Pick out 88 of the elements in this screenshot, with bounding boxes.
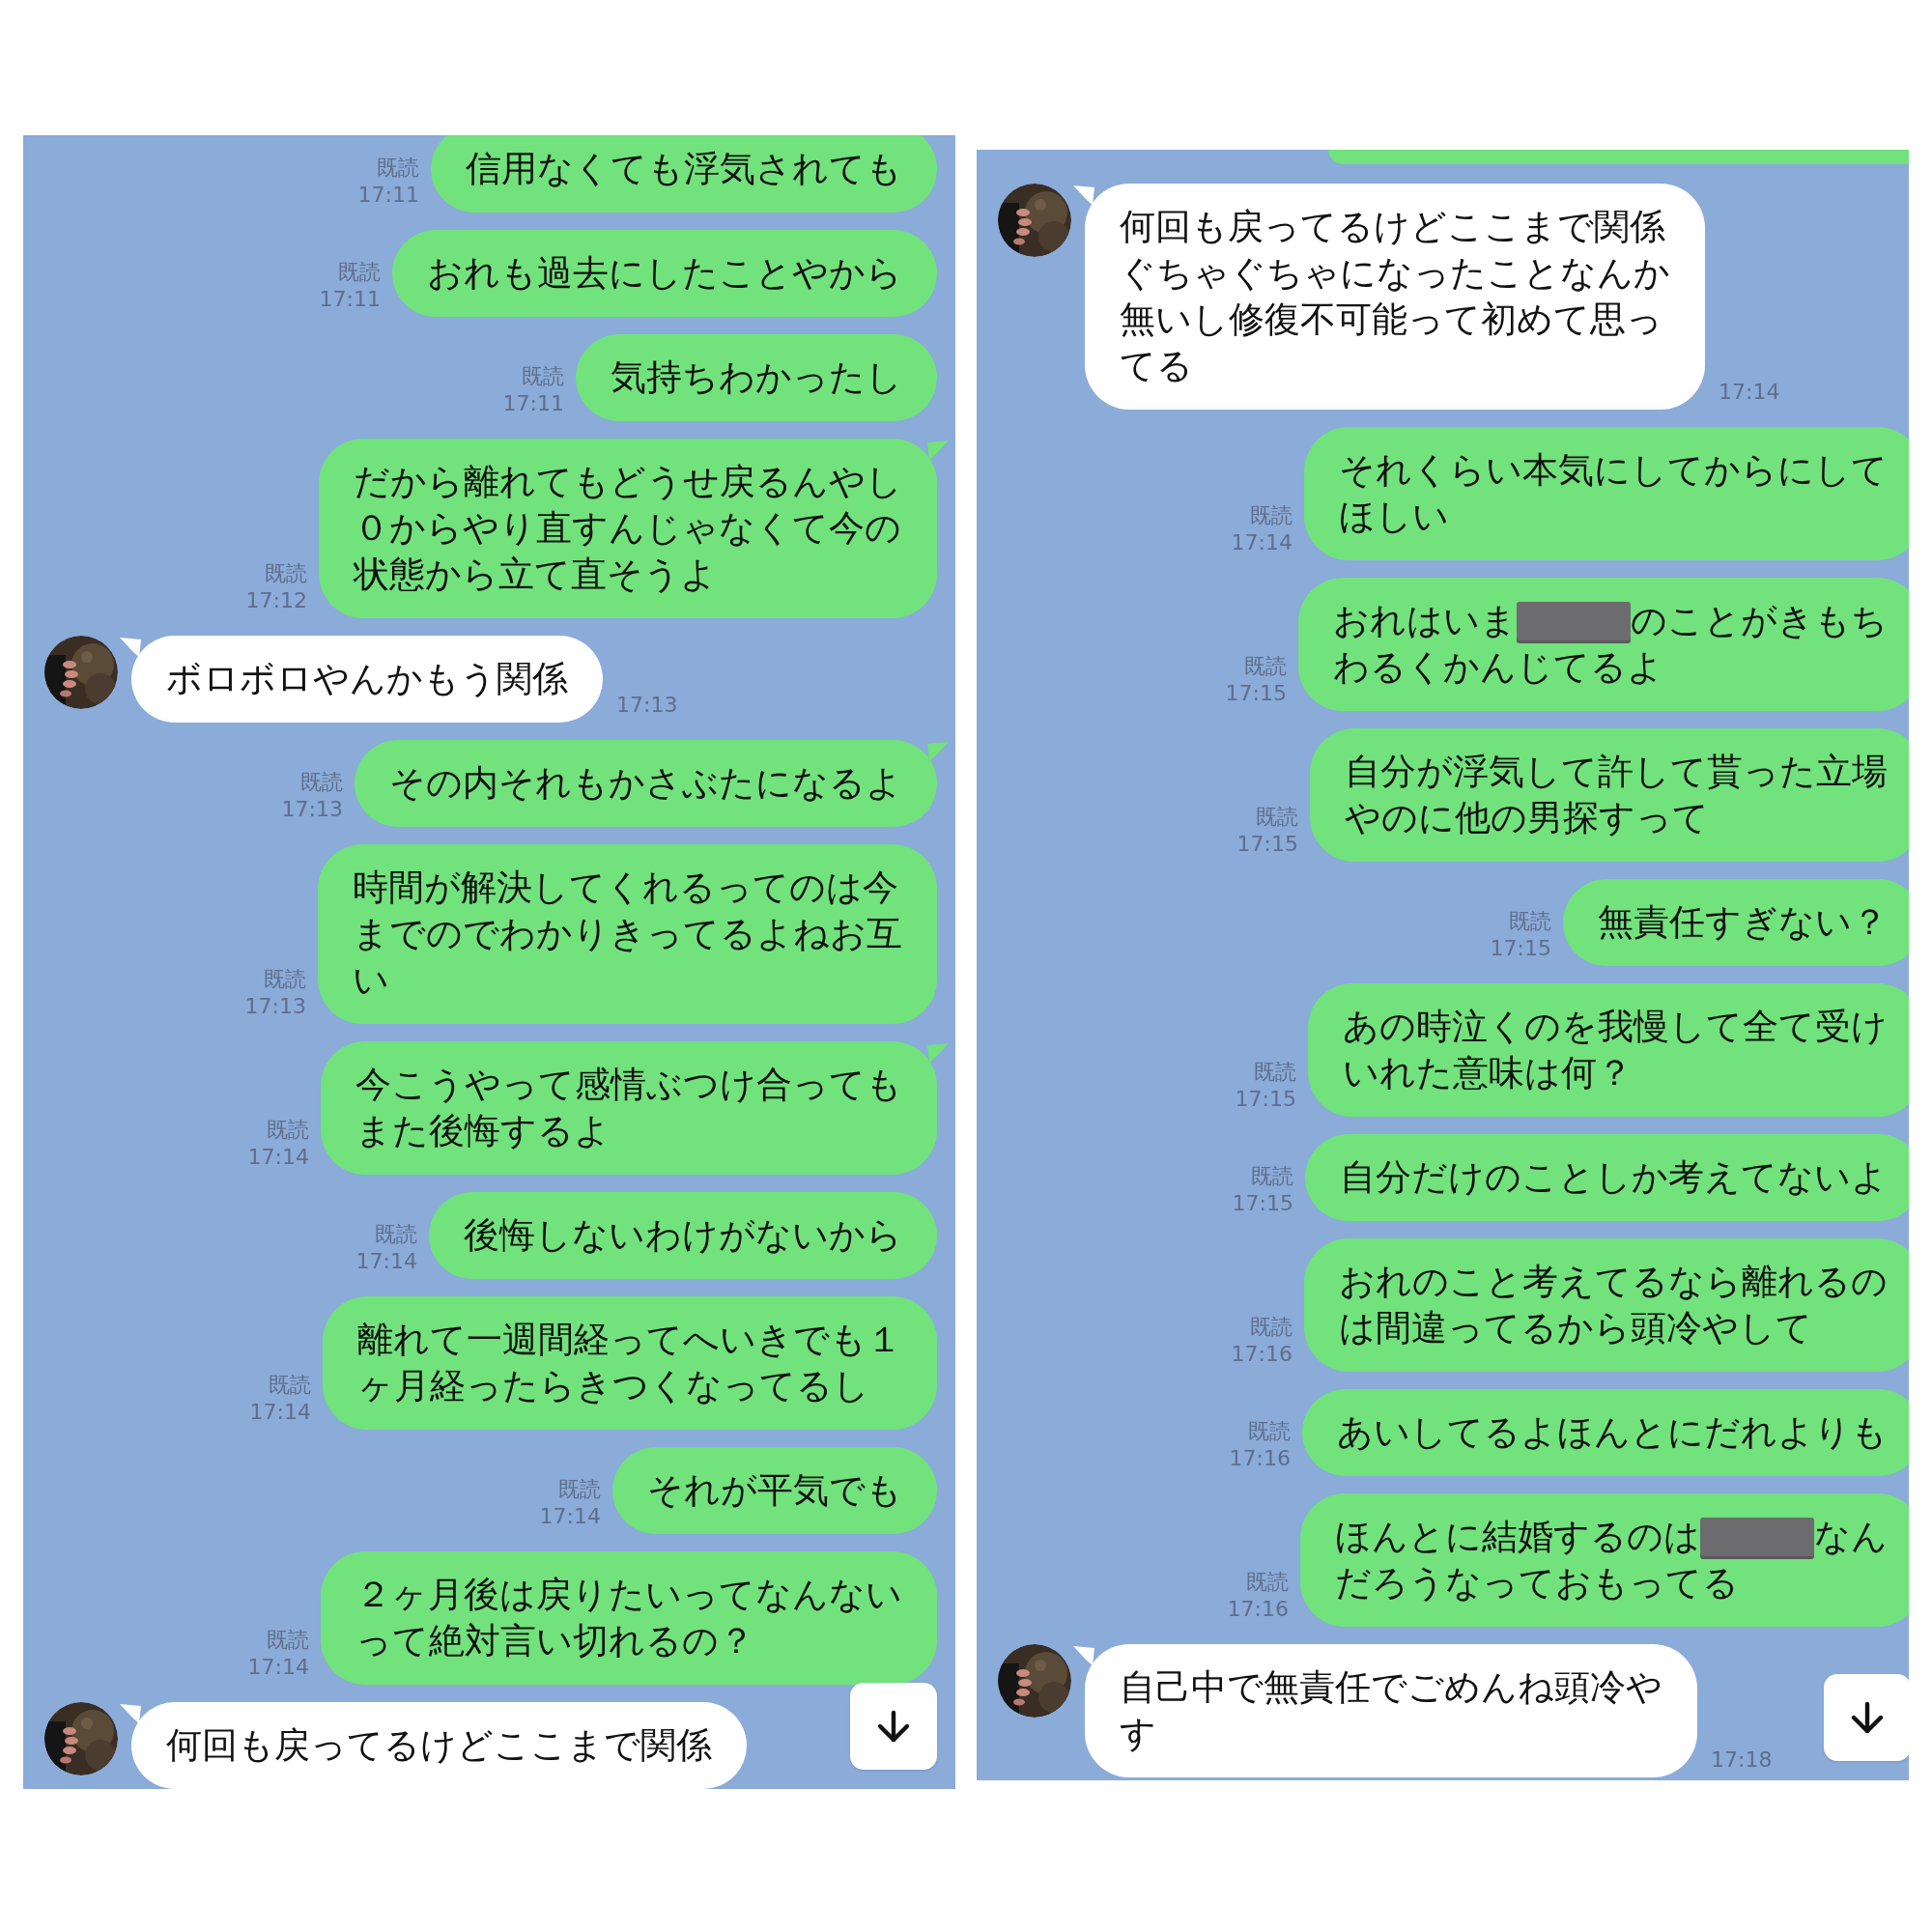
- message-text: 無いし修復不可能って初めて思っ: [1120, 298, 1663, 342]
- scroll-down-button[interactable]: [1824, 1674, 1909, 1761]
- message-text: ほしい: [1339, 495, 1450, 539]
- read-receipt: 既読: [269, 1372, 311, 1399]
- message-text: おれはいま: [1333, 599, 1517, 643]
- message-text: までのでわかりきってるよねお互: [353, 912, 902, 956]
- message-text: ぐちゃぐちゃになったことなんか: [1120, 251, 1670, 296]
- message-time: 17:11: [502, 390, 564, 417]
- message-time: 17:15: [1235, 1086, 1296, 1113]
- message-time: 17:13: [281, 796, 343, 823]
- message-text: あいしてるよほんとにだれよりも: [1337, 1410, 1888, 1455]
- message-text: それくらい本気にしてからにして: [1339, 448, 1888, 493]
- message-text: 自己中で無責任でごめんね頭冷や: [1120, 1665, 1662, 1710]
- message-text: 無責任すぎない？: [1598, 900, 1888, 945]
- message-time: 17:14: [539, 1503, 601, 1530]
- read-receipt: 既読: [1254, 1059, 1296, 1086]
- message-time: 17:16: [1229, 1445, 1291, 1472]
- read-receipt: 既読: [1250, 1314, 1293, 1341]
- read-receipt: 既読: [375, 1221, 417, 1248]
- message-text: 時間が解決してくれるってのは今: [353, 866, 899, 910]
- message-time: 17:11: [319, 286, 381, 313]
- message-text: その内それもかさぶたになるよ: [389, 761, 902, 806]
- message-text: 信用なくても浮気されても: [466, 147, 902, 191]
- read-receipt: 既読: [558, 1476, 601, 1503]
- message-text: って絶対言い切れるの？: [355, 1619, 755, 1663]
- message-time: 17:16: [1227, 1596, 1289, 1623]
- message-text: おれのこと考えてるなら離れるの: [1339, 1260, 1888, 1304]
- read-receipt: 既読: [338, 259, 381, 286]
- message-text: 離れて一週間経ってへいきでも１: [357, 1318, 902, 1362]
- message-text: ボロボロやんかもう関係: [166, 657, 568, 701]
- message-text: のことがきもち: [1631, 599, 1888, 643]
- message-text: 自分だけのことしか考えてないよ: [1340, 1155, 1888, 1200]
- message-text: おれも過去にしたことやから: [427, 251, 902, 296]
- message-text: なん: [1814, 1515, 1888, 1559]
- read-receipt: 既読: [1509, 908, 1551, 935]
- read-receipt: 既読: [522, 363, 564, 390]
- message-time: 17:14: [247, 1144, 309, 1171]
- message-time: 17:14: [1719, 379, 1780, 406]
- message-text: いれた意味は何？: [1343, 1051, 1634, 1095]
- scroll-down-button[interactable]: [850, 1683, 937, 1770]
- message-time: 17:13: [244, 993, 306, 1020]
- message-text: 何回も戻ってるけどここまで関係: [1120, 205, 1666, 249]
- message-text: ヶ月経ったらきつくなってるし: [357, 1364, 870, 1408]
- read-receipt: 既読: [265, 560, 307, 587]
- message-text: やのに他の男探すって: [1345, 796, 1710, 840]
- message-text: ２ヶ月後は戻りたいってなんない: [355, 1573, 902, 1617]
- message-text: い: [353, 958, 390, 1003]
- message-text: 状態から立て直そうよ: [354, 553, 718, 597]
- message-text: 今こうやって感情ぶつけ合っても: [355, 1063, 902, 1107]
- read-receipt: 既読: [377, 155, 419, 182]
- read-receipt: 既読: [1244, 653, 1287, 680]
- message-text: ほんとに結婚するのは: [1335, 1515, 1700, 1559]
- read-receipt: 既読: [264, 966, 306, 993]
- message-time: 17:15: [1490, 935, 1551, 962]
- message-time: 17:15: [1232, 1190, 1293, 1217]
- message-text: だから離れてもどうせ戻るんやし: [354, 460, 902, 504]
- read-receipt: 既読: [1250, 502, 1293, 529]
- message-time: 17:16: [1231, 1341, 1293, 1368]
- message-text: す: [1120, 1712, 1157, 1756]
- read-receipt: 既読: [300, 769, 343, 796]
- message-text: てる: [1120, 344, 1194, 388]
- message-text: 何回も戻ってるけどここまで関係: [166, 1723, 712, 1768]
- message-time: 17:12: [245, 587, 307, 614]
- message-time: 17:14: [249, 1399, 311, 1426]
- message-text: 気持ちわかったし: [611, 355, 902, 400]
- message-text: 自分が浮気して許して貰った立場: [1345, 750, 1888, 794]
- message-text: また後悔するよ: [355, 1109, 611, 1153]
- message-time: 17:18: [1711, 1747, 1773, 1774]
- message-time: 17:13: [616, 692, 678, 719]
- read-receipt: 既読: [267, 1627, 309, 1654]
- message-time: 17:14: [355, 1248, 417, 1275]
- message-text: は間違ってるから頭冷やして: [1339, 1306, 1813, 1350]
- message-time: 17:14: [247, 1654, 309, 1681]
- message-text: だろうなっておもってる: [1335, 1561, 1740, 1605]
- read-receipt: 既読: [1256, 804, 1298, 831]
- message-text: わるくかんじてるよ: [1333, 645, 1664, 690]
- read-receipt: 既読: [1248, 1418, 1291, 1445]
- message-text: ０からやり直すんじゃなくて今の: [354, 506, 902, 551]
- message-time: 17:15: [1225, 680, 1287, 707]
- message-text: それが平気でも: [647, 1468, 902, 1513]
- message-time: 17:11: [357, 182, 419, 209]
- message-time: 17:14: [1231, 529, 1293, 556]
- message-text: あの時泣くのを我慢して全て受け: [1343, 1005, 1888, 1049]
- read-receipt: 既読: [267, 1117, 309, 1144]
- read-receipt: 既読: [1251, 1163, 1293, 1190]
- read-receipt: 既読: [1246, 1569, 1289, 1596]
- message-text: 後悔しないわけがないから: [464, 1213, 902, 1258]
- message-time: 17:15: [1236, 831, 1298, 858]
